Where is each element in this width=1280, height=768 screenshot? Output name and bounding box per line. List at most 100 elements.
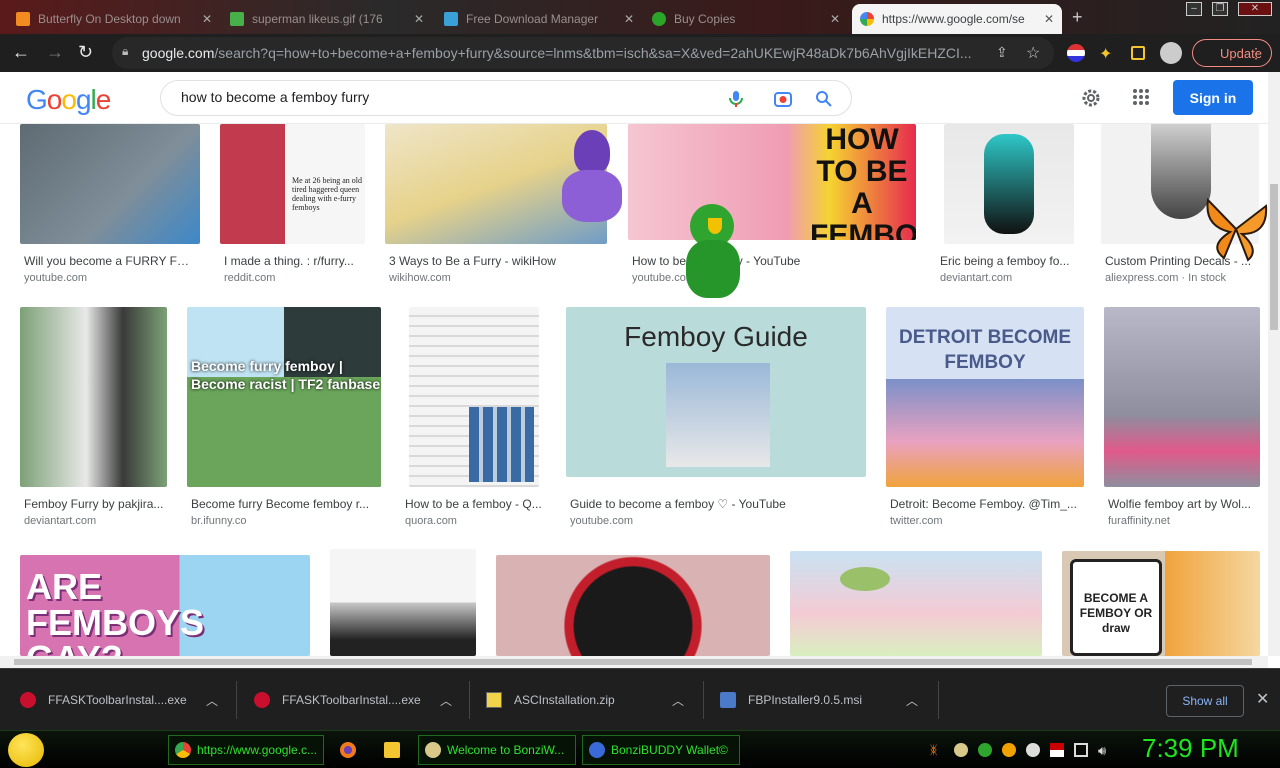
bookmark-star-icon[interactable]: ☆ [1026, 43, 1040, 63]
share-icon[interactable]: ⇪ [996, 44, 1008, 61]
close-icon[interactable]: ✕ [196, 12, 212, 26]
search-tray-icon[interactable] [1002, 743, 1016, 757]
search-input[interactable] [181, 89, 701, 105]
result-thumbnail[interactable] [330, 549, 476, 656]
result-card[interactable] [790, 551, 1044, 656]
vertical-scrollbar[interactable] [1268, 72, 1280, 656]
result-title[interactable]: Eric being a femboy fo... [940, 254, 1080, 268]
tab-3[interactable]: Free Download Manager ✕ [436, 4, 642, 34]
result-title[interactable]: Detroit: Become Femboy. @Tim_... [890, 497, 1084, 511]
result-thumbnail[interactable]: Femboy Guide [566, 307, 866, 477]
taskbar-item-bonzi-wallet[interactable]: BonziBUDDY Wallet© [582, 735, 740, 765]
close-icon[interactable]: ✕ [408, 12, 424, 26]
result-card[interactable]: Femboy Guide Guide to become a femboy ♡ … [566, 307, 868, 527]
flag-tray-icon[interactable] [1050, 743, 1064, 757]
result-card[interactable]: Me at 26 being an old tired haggered que… [220, 124, 365, 289]
bonzi-tray-icon[interactable] [954, 743, 968, 757]
tab-4[interactable]: Buy Copies ✕ [644, 4, 848, 34]
result-card[interactable] [496, 555, 772, 656]
download-item[interactable]: FFASKToolbarInstal....exe ︿ [234, 669, 470, 731]
url-text[interactable]: google.com/search?q=how+to+become+a+femb… [142, 45, 1002, 61]
taskbar-item-firefox[interactable] [334, 735, 366, 765]
tab-2[interactable]: superman likeus.gif (176 ✕ [222, 4, 432, 34]
reload-icon[interactable]: ↻ [78, 42, 93, 62]
horizontal-scrollbar[interactable] [0, 656, 1268, 668]
result-card[interactable]: Will you become a FURRY FE... youtube.co… [20, 124, 200, 289]
clock[interactable]: 7:39 PM [1142, 733, 1239, 764]
download-item[interactable]: FBPInstaller9.0.5.msi ︿ [700, 669, 936, 731]
update-button[interactable]: Update ⋮ [1192, 39, 1272, 67]
result-thumbnail[interactable] [496, 555, 770, 656]
result-thumbnail[interactable] [20, 124, 200, 244]
extension-flag-icon[interactable] [1067, 44, 1085, 62]
taskbar-item-chrome[interactable]: https://www.google.c... [168, 735, 324, 765]
download-item[interactable]: ASCInstallation.zip ︿ [466, 669, 702, 731]
butterfly-tray-icon[interactable]: ᛤ [930, 743, 944, 757]
result-card[interactable]: Femboy Furry by pakjira... deviantart.co… [20, 307, 170, 527]
start-smiley-icon[interactable] [8, 733, 44, 767]
volume-icon[interactable]: 🔊︎ [1098, 743, 1112, 758]
result-card[interactable]: ARE FEMBOYS GAY? [20, 555, 312, 656]
close-icon[interactable]: ✕ [1038, 12, 1054, 26]
result-title[interactable]: 3 Ways to Be a Furry - wikiHow [389, 254, 607, 268]
scrollbar-thumb[interactable] [14, 659, 1252, 665]
minimize-icon[interactable]: – [1186, 2, 1202, 16]
result-thumbnail[interactable]: ARE FEMBOYS GAY? [20, 555, 310, 656]
new-tab-icon[interactable]: + [1072, 7, 1083, 28]
result-thumbnail[interactable] [790, 551, 1042, 656]
gear-icon[interactable] [1080, 87, 1102, 109]
address-bar[interactable]: 🔒︎ google.com/search?q=how+to+become+a+f… [112, 37, 1054, 69]
result-thumbnail[interactable]: BECOME A FEMBOY OR draw [1062, 551, 1260, 656]
result-thumbnail[interactable] [944, 124, 1074, 244]
tab-1[interactable]: Butterfly On Desktop down ✕ [8, 4, 220, 34]
window-close-icon[interactable]: ✕ [1238, 2, 1272, 16]
network-icon[interactable] [1074, 743, 1088, 757]
close-icon[interactable]: ✕ [824, 12, 840, 26]
scrollbar-thumb[interactable] [1270, 184, 1278, 330]
result-card[interactable]: HOW TO BE A FEMBOY How to be a Femboy - … [628, 124, 918, 289]
google-logo[interactable]: Google [26, 84, 111, 116]
result-title[interactable]: I made a thing. : r/furry... [224, 254, 364, 268]
result-thumbnail[interactable]: HOW TO BE A FEMBOY [628, 124, 916, 240]
parrot-tray-icon[interactable] [978, 743, 992, 757]
result-thumbnail[interactable]: Become furry femboy | Become racist | TF… [187, 307, 381, 487]
puzzle-extensions-icon[interactable]: ✦ [1099, 44, 1117, 63]
sign-in-button[interactable]: Sign in [1173, 80, 1253, 115]
result-card[interactable] [330, 549, 478, 656]
result-card[interactable]: BECOME A FEMBOY OR draw [1062, 551, 1262, 656]
tab-5-active[interactable]: https://www.google.com/se ✕ [852, 4, 1062, 34]
download-item[interactable]: FFASKToolbarInstal....exe ︿ [0, 669, 236, 731]
result-title[interactable]: Wolfie femboy art by Wol... [1108, 497, 1260, 511]
taskbar-item-explorer[interactable] [378, 735, 410, 765]
result-thumbnail[interactable]: DETROIT BECOME FEMBOY [886, 307, 1084, 487]
result-thumbnail[interactable] [409, 307, 539, 487]
chevron-up-icon[interactable]: ︿ [440, 692, 452, 709]
result-title[interactable]: How to be a femboy - Q... [405, 497, 545, 511]
result-card[interactable]: Eric being a femboy fo... deviantart.com [936, 124, 1086, 289]
result-title[interactable]: Will you become a FURRY FE... [24, 254, 194, 268]
chevron-up-icon[interactable]: ︿ [206, 692, 218, 709]
result-card[interactable]: How to be a femboy - Q... quora.com [401, 307, 546, 527]
camera-lens-icon[interactable] [773, 89, 793, 109]
forward-arrow-icon[interactable]: → [46, 42, 64, 62]
orange-butterfly-icon[interactable] [1204, 194, 1268, 264]
profile-avatar-icon[interactable] [1160, 42, 1182, 64]
status-tray-icon[interactable] [1026, 743, 1040, 757]
result-card[interactable]: DETROIT BECOME FEMBOY Detroit: Become Fe… [886, 307, 1086, 527]
green-parrot-mascot[interactable] [678, 204, 748, 304]
chevron-up-icon[interactable]: ︿ [906, 692, 918, 709]
close-icon[interactable]: ✕ [1256, 689, 1269, 709]
result-title[interactable]: Guide to become a femboy ♡ - YouTube [570, 497, 866, 511]
apps-grid-icon[interactable] [1132, 88, 1150, 106]
result-card[interactable]: Become furry femboy | Become racist | TF… [187, 307, 383, 527]
result-thumbnail[interactable] [20, 307, 167, 487]
side-panel-icon[interactable] [1131, 46, 1145, 60]
result-title[interactable]: Femboy Furry by pakjira... [24, 497, 169, 511]
purple-gorilla-mascot[interactable] [556, 124, 626, 224]
taskbar-item-bonzi-welcome[interactable]: Welcome to BonziW... [418, 735, 576, 765]
microphone-icon[interactable] [729, 90, 743, 108]
result-thumbnail[interactable] [1104, 307, 1260, 487]
back-arrow-icon[interactable]: ← [12, 42, 30, 62]
result-thumbnail[interactable]: Me at 26 being an old tired haggered que… [220, 124, 365, 244]
show-all-button[interactable]: Show all [1166, 685, 1244, 717]
